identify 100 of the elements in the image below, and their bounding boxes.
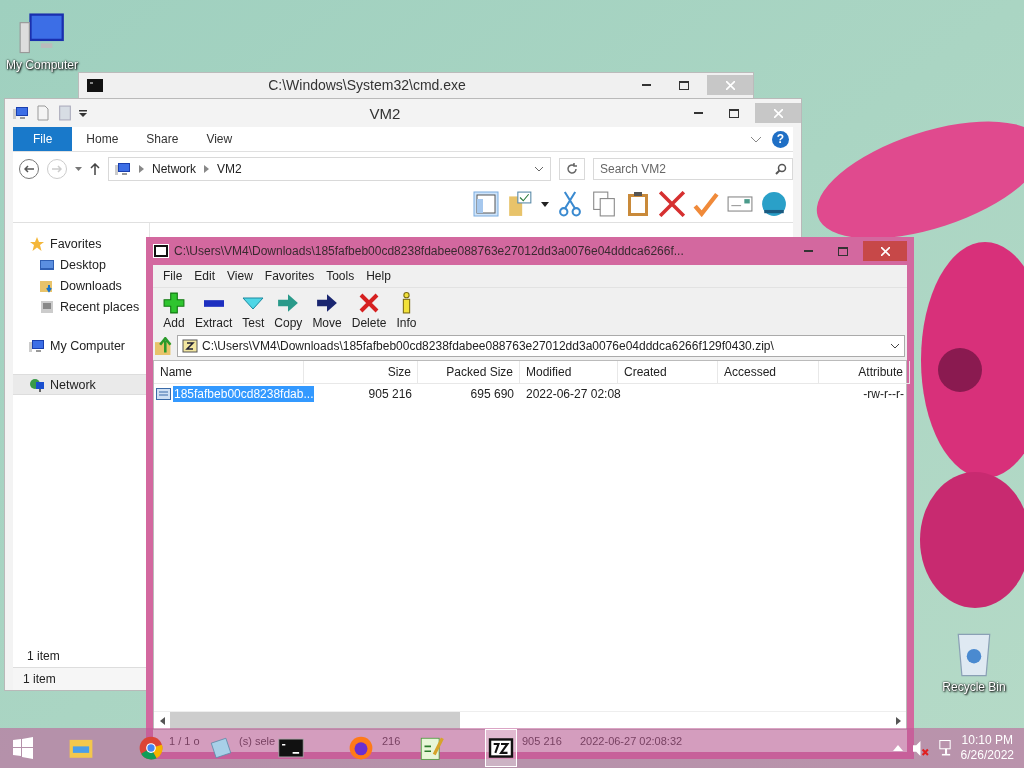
ribbon-tab[interactable]: File	[13, 127, 73, 151]
browser-icon	[138, 735, 164, 761]
column-header[interactable]: Size	[304, 361, 418, 384]
close-button[interactable]	[863, 241, 907, 261]
menu-item[interactable]: Edit	[188, 269, 222, 283]
toolbar-button[interactable]: Add	[159, 292, 189, 330]
table-cell: -rw-r--r-	[863, 387, 904, 401]
left-triangle-icon	[159, 716, 165, 725]
search-field[interactable]: Search VM2	[593, 158, 793, 180]
refresh-icon	[566, 163, 578, 175]
caret-icon[interactable]	[892, 745, 903, 751]
column-header[interactable]: Created	[618, 361, 718, 384]
minimize-icon	[641, 84, 651, 86]
speaker-muted-icon[interactable]	[912, 740, 929, 756]
minimize-icon	[803, 250, 813, 252]
layout-pane-icon[interactable]	[473, 191, 499, 217]
maximize-icon	[679, 80, 689, 90]
ribbon-tab[interactable]: Share	[132, 127, 193, 151]
browser-icon	[348, 735, 374, 761]
delete-icon[interactable]	[659, 191, 685, 217]
right-triangle-icon	[895, 716, 901, 725]
archive-icon	[182, 339, 198, 353]
desktop-icon-label: Recycle Bin	[942, 680, 1006, 694]
table-cell: 2022-06-27 02:08	[526, 387, 621, 401]
breadcrumb-item[interactable]: Network	[152, 162, 196, 176]
menu-item[interactable]: Tools	[320, 269, 361, 283]
toolbar-button[interactable]: Copy	[270, 292, 307, 330]
info-icon	[401, 292, 411, 314]
status-text: 905 216	[522, 735, 562, 747]
status-text: 2022-06-27 02:08:32	[580, 735, 683, 747]
desktop-icon-label: My Computer	[6, 58, 78, 72]
start-icon	[12, 737, 34, 759]
menu-item[interactable]: File	[157, 269, 189, 283]
status-text: 1 item	[23, 672, 56, 686]
globe-icon[interactable]	[761, 191, 787, 217]
close-icon	[880, 246, 890, 256]
window-title: C:\Windows\System32\cmd.exe	[267, 77, 467, 93]
column-header[interactable]: Name	[154, 361, 304, 384]
toolbar-button[interactable]: Move	[308, 292, 346, 330]
chevron-icon	[139, 165, 144, 173]
ribbon-tab[interactable]: Home	[72, 127, 133, 151]
computer-icon[interactable]	[13, 105, 29, 121]
toolbar-button[interactable]: Extract	[191, 292, 237, 330]
column-header[interactable]: Accessed	[718, 361, 819, 384]
column-header[interactable]: Attribute	[819, 361, 910, 384]
taskbar-app[interactable]	[485, 729, 517, 767]
menu-item[interactable]: View	[221, 269, 259, 283]
recent-icon	[39, 298, 55, 315]
toolbar-button[interactable]: Test	[238, 292, 269, 330]
nav-item[interactable]: Favorites	[13, 233, 149, 254]
dropdown-icon[interactable]	[79, 109, 87, 117]
table-cell: 905 216	[368, 387, 412, 401]
checkmark-icon[interactable]	[693, 191, 719, 217]
extract-icon	[203, 299, 224, 307]
nav-item[interactable]: Network	[13, 374, 149, 395]
up-arrow-icon[interactable]	[90, 163, 100, 175]
refresh-button[interactable]	[559, 158, 585, 180]
menu-item[interactable]: Favorites	[258, 269, 321, 283]
folder-check-icon[interactable]	[507, 191, 533, 217]
status-text: 1 / 1 o	[169, 735, 200, 747]
dropdown-icon[interactable]	[541, 201, 549, 207]
move-icon	[316, 293, 339, 313]
toolbar-button[interactable]: Info	[392, 292, 421, 330]
path-field[interactable]: C:\Users\VM4\Downloads\185fafbeb00cd8238fdabee088763e27012dd3a0076e04dddca6266f129f0430.zip\	[177, 335, 905, 357]
toolbar-button[interactable]: Delete	[347, 292, 391, 330]
column-header[interactable]: Modified	[520, 361, 618, 384]
breadcrumb-item[interactable]: VM2	[217, 162, 242, 176]
test-icon	[242, 296, 265, 310]
status-text: (s) sele	[239, 735, 276, 747]
table-cell: 695 690	[470, 387, 514, 401]
chevron-icon[interactable]	[534, 166, 544, 172]
minimize-icon	[693, 112, 703, 114]
address-bar[interactable]: Network VM2	[108, 157, 551, 181]
network-icon[interactable]	[938, 740, 951, 756]
help-button[interactable]: ?	[772, 130, 789, 148]
console-icon	[278, 735, 304, 761]
computer-icon	[115, 161, 131, 177]
folder-up-icon[interactable]	[155, 337, 173, 355]
scissors-icon[interactable]	[557, 191, 583, 217]
close-icon	[725, 80, 735, 90]
chevron-icon[interactable]	[890, 343, 900, 349]
column-header[interactable]: Packed Size	[418, 361, 520, 384]
window-title: C:\Users\VM4\Downloads\185fafbeb00cd8238fdabee088763e27012dd3a0076e04dddca6266f...	[174, 244, 685, 258]
archive-app-icon	[153, 244, 169, 258]
scrollbar-thumb[interactable]	[170, 712, 460, 729]
computer-icon[interactable]	[19, 10, 65, 56]
add-icon	[163, 292, 185, 314]
notepad-icon	[208, 735, 234, 761]
menu-item[interactable]: Help	[360, 269, 397, 283]
maximize-icon	[838, 246, 848, 256]
text-editor-icon	[418, 735, 444, 761]
copy-icon[interactable]	[591, 191, 617, 217]
status-text: 216	[382, 735, 401, 747]
file-icon	[156, 388, 171, 400]
clipboard-icon[interactable]	[625, 191, 651, 217]
star-icon	[29, 235, 45, 252]
ribbon-tab[interactable]: View	[192, 127, 247, 151]
archive-app-icon	[488, 735, 514, 761]
copy-icon	[277, 293, 300, 313]
network-icon	[29, 376, 45, 393]
